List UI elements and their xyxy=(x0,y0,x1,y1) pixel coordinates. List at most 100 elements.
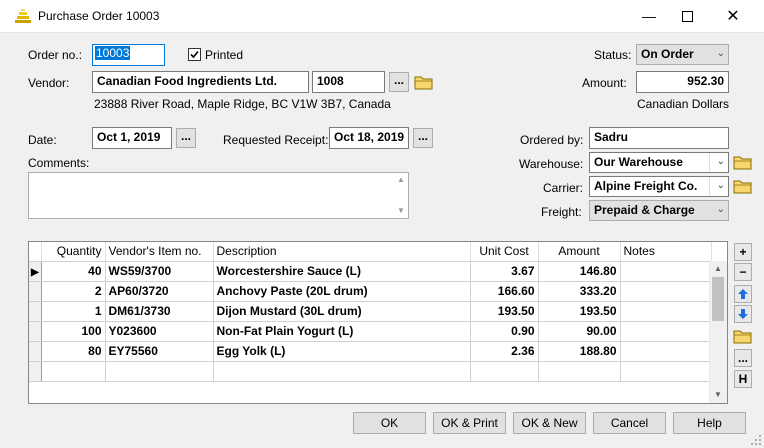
row-selector[interactable] xyxy=(29,281,42,302)
table-row[interactable]: 1 DM61/3730 Dijon Mustard (30L drum) 193… xyxy=(29,301,712,322)
cell-amount[interactable]: 90.00 xyxy=(538,321,621,342)
date-picker-button[interactable]: ... xyxy=(176,128,196,148)
table-row[interactable]: ▶ 40 WS59/3700 Worcestershire Sauce (L) … xyxy=(29,261,712,282)
carrier-folder-icon[interactable] xyxy=(733,177,753,195)
cancel-button[interactable]: Cancel xyxy=(593,412,666,434)
cell-notes[interactable] xyxy=(620,321,712,342)
cell-notes[interactable] xyxy=(620,341,712,362)
requested-receipt-field[interactable]: Oct 18, 2019 xyxy=(329,127,409,149)
scroll-up-icon[interactable]: ▲ xyxy=(714,264,722,273)
order-no-label: Order no.: xyxy=(28,48,83,62)
table-row[interactable] xyxy=(29,361,712,382)
cell-description[interactable]: Worcestershire Sauce (L) xyxy=(213,261,471,282)
cell-quantity[interactable]: 2 xyxy=(41,281,106,302)
remove-row-button[interactable]: − xyxy=(734,263,752,281)
ok-button[interactable]: OK xyxy=(353,412,426,434)
cell-quantity[interactable] xyxy=(41,361,106,382)
receipt-date-picker-button[interactable]: ... xyxy=(413,128,433,148)
date-field[interactable]: Oct 1, 2019 xyxy=(92,127,172,149)
checkmark-icon xyxy=(190,50,199,59)
cell-amount[interactable]: 188.80 xyxy=(538,341,621,362)
cell-vendor-item[interactable]: Y023600 xyxy=(105,321,214,342)
cell-vendor-item[interactable]: WS59/3700 xyxy=(105,261,214,282)
line-items-grid[interactable]: Quantity Vendor's Item no. Description U… xyxy=(28,241,728,404)
row-selector[interactable] xyxy=(29,301,42,322)
vendor-name-field[interactable]: Canadian Food Ingredients Ltd. xyxy=(92,71,309,93)
carrier-dropdown[interactable]: Alpine Freight Co. ⌄ xyxy=(589,176,729,197)
cell-vendor-item[interactable]: AP60/3720 xyxy=(105,281,214,302)
cell-unit-cost[interactable]: 193.50 xyxy=(470,301,539,322)
cell-notes[interactable] xyxy=(620,281,712,302)
maximize-button[interactable] xyxy=(664,0,710,32)
cell-quantity[interactable]: 1 xyxy=(41,301,106,322)
row-selector[interactable] xyxy=(29,361,42,382)
ok-print-button[interactable]: OK & Print xyxy=(433,412,506,434)
cell-description[interactable]: Non-Fat Plain Yogurt (L) xyxy=(213,321,471,342)
column-header-description[interactable]: Description xyxy=(213,242,471,262)
column-header-unit-cost[interactable]: Unit Cost xyxy=(470,242,539,262)
cell-amount[interactable]: 333.20 xyxy=(538,281,621,302)
ordered-by-field[interactable]: Sadru xyxy=(589,127,729,149)
grid-scrollbar[interactable]: ▲ ▼ xyxy=(709,261,727,403)
printed-checkbox[interactable] xyxy=(188,48,201,61)
move-down-button[interactable] xyxy=(734,305,752,323)
cell-quantity[interactable]: 40 xyxy=(41,261,106,282)
freight-dropdown[interactable]: Prepaid & Charge ⌄ xyxy=(589,200,729,221)
chevron-down-icon: ⌄ xyxy=(716,204,725,215)
cell-unit-cost[interactable]: 2.36 xyxy=(470,341,539,362)
table-row[interactable]: 80 EY75560 Egg Yolk (L) 2.36 188.80 xyxy=(29,341,712,362)
cell-unit-cost[interactable]: 0.90 xyxy=(470,321,539,342)
cell-unit-cost[interactable] xyxy=(470,361,539,382)
table-row[interactable]: 100 Y023600 Non-Fat Plain Yogurt (L) 0.9… xyxy=(29,321,712,342)
vendor-browse-button[interactable]: ... xyxy=(389,72,409,92)
cell-description[interactable] xyxy=(213,361,471,382)
vendor-label: Vendor: xyxy=(28,76,70,90)
cell-notes[interactable] xyxy=(620,301,712,322)
ok-new-button[interactable]: OK & New xyxy=(513,412,586,434)
row-selector-header xyxy=(29,242,42,262)
warehouse-folder-icon[interactable] xyxy=(733,153,753,171)
vendor-code-field[interactable]: 1008 xyxy=(312,71,385,93)
cell-quantity[interactable]: 100 xyxy=(41,321,106,342)
column-header-notes[interactable]: Notes xyxy=(620,242,712,262)
close-button[interactable]: ✕ xyxy=(710,0,756,32)
more-options-button[interactable]: ... xyxy=(734,349,752,367)
column-header-vendor-item[interactable]: Vendor's Item no. xyxy=(105,242,214,262)
cell-unit-cost[interactable]: 166.60 xyxy=(470,281,539,302)
cell-amount[interactable]: 146.80 xyxy=(538,261,621,282)
resize-grip-icon[interactable] xyxy=(750,434,762,446)
item-folder-icon[interactable] xyxy=(733,327,753,345)
cell-description[interactable]: Anchovy Paste (20L drum) xyxy=(213,281,471,302)
cell-description[interactable]: Dijon Mustard (30L drum) xyxy=(213,301,471,322)
cell-amount[interactable] xyxy=(538,361,621,382)
vendor-folder-icon[interactable] xyxy=(414,73,434,91)
scroll-down-icon[interactable]: ▼ xyxy=(714,390,722,399)
row-selector[interactable] xyxy=(29,341,42,362)
status-dropdown[interactable]: On Order ⌄ xyxy=(636,44,729,65)
add-row-button[interactable]: + xyxy=(734,243,752,261)
comments-scrollbar[interactable]: ▲ ▼ xyxy=(393,173,408,218)
history-button[interactable]: H xyxy=(734,370,752,388)
column-header-quantity[interactable]: Quantity xyxy=(41,242,106,262)
help-button[interactable]: Help xyxy=(673,412,746,434)
cell-amount[interactable]: 193.50 xyxy=(538,301,621,322)
status-value: On Order xyxy=(641,47,694,61)
cell-unit-cost[interactable]: 3.67 xyxy=(470,261,539,282)
cell-notes[interactable] xyxy=(620,361,712,382)
cell-notes[interactable] xyxy=(620,261,712,282)
cell-vendor-item[interactable]: DM61/3730 xyxy=(105,301,214,322)
cell-vendor-item[interactable] xyxy=(105,361,214,382)
column-header-amount[interactable]: Amount xyxy=(538,242,621,262)
cell-description[interactable]: Egg Yolk (L) xyxy=(213,341,471,362)
order-no-field[interactable]: 10003 xyxy=(92,44,165,66)
comments-textarea[interactable]: ▲ ▼ xyxy=(28,172,409,219)
move-up-button[interactable] xyxy=(734,285,752,303)
row-selector[interactable]: ▶ xyxy=(29,261,42,282)
scrollbar-thumb[interactable] xyxy=(712,277,724,321)
cell-quantity[interactable]: 80 xyxy=(41,341,106,362)
currency-label: Canadian Dollars xyxy=(637,97,730,111)
row-selector[interactable] xyxy=(29,321,42,342)
table-row[interactable]: 2 AP60/3720 Anchovy Paste (20L drum) 166… xyxy=(29,281,712,302)
warehouse-dropdown[interactable]: Our Warehouse ⌄ xyxy=(589,152,729,173)
cell-vendor-item[interactable]: EY75560 xyxy=(105,341,214,362)
